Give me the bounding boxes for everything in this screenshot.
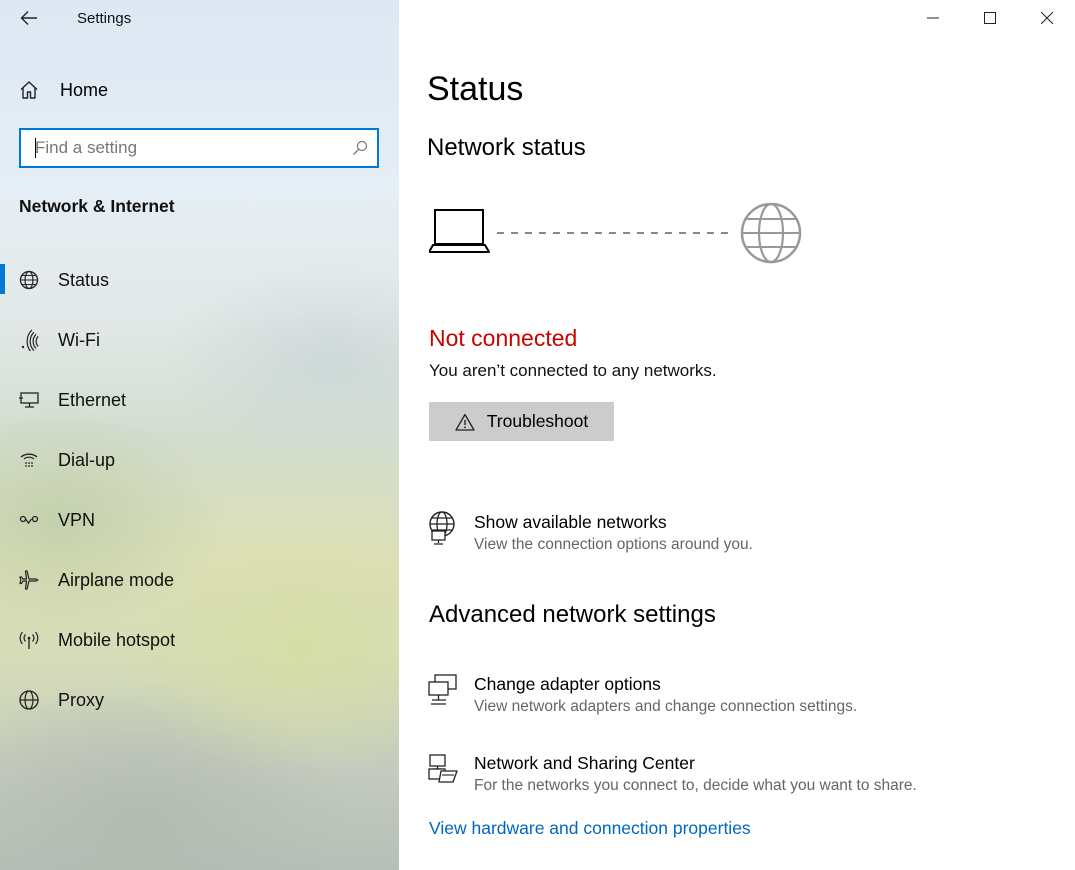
wifi-icon	[18, 329, 40, 351]
warning-icon	[455, 413, 475, 431]
app-title: Settings	[77, 10, 132, 27]
back-button[interactable]	[14, 4, 44, 32]
close-icon	[1040, 12, 1053, 24]
change-adapter-title: Change adapter options	[474, 674, 661, 694]
sidebar-item-status[interactable]: Status	[0, 250, 399, 310]
title-bar: Settings	[0, 0, 399, 36]
sharing-center-icon	[427, 752, 461, 786]
troubleshoot-button[interactable]: Troubleshoot	[429, 402, 614, 441]
minimize-icon	[926, 17, 939, 19]
advanced-settings-title: Advanced network settings	[429, 601, 716, 628]
maximize-icon	[983, 12, 996, 24]
sidebar-item-label: Wi-Fi	[58, 329, 100, 350]
sidebar-item-label: Dial-up	[58, 449, 116, 470]
page-title: Status	[427, 70, 524, 108]
sidebar-item-label: Status	[58, 269, 110, 290]
show-available-networks-link[interactable]: Show available networks View the connect…	[427, 511, 753, 556]
change-adapter-options-link[interactable]: Change adapter options View network adap…	[427, 673, 857, 718]
vpn-icon	[18, 509, 40, 531]
globe-network-icon	[427, 511, 461, 545]
show-networks-description: View the connection options around you.	[474, 536, 753, 553]
nav-list: Status Wi-Fi Ethernet Dial-up VPN Airpla…	[0, 250, 399, 730]
internet-globe-icon	[740, 202, 802, 264]
back-arrow-icon	[20, 11, 37, 25]
search-box[interactable]	[19, 128, 379, 168]
sidebar-item-proxy[interactable]: Proxy	[0, 670, 399, 730]
airplane-icon	[18, 569, 40, 591]
globe-status-icon	[18, 269, 40, 291]
sidebar-item-wifi[interactable]: Wi-Fi	[0, 310, 399, 370]
sidebar-item-airplane-mode[interactable]: Airplane mode	[0, 550, 399, 610]
sidebar-item-label: Ethernet	[58, 389, 127, 410]
sidebar-item-dialup[interactable]: Dial-up	[0, 430, 399, 490]
sidebar-item-vpn[interactable]: VPN	[0, 490, 399, 550]
search-input[interactable]	[21, 130, 343, 166]
sidebar-item-mobile-hotspot[interactable]: Mobile hotspot	[0, 610, 399, 670]
close-button[interactable]	[1018, 0, 1075, 36]
globe-icon	[18, 689, 40, 711]
network-sharing-center-link[interactable]: Network and Sharing Center For the netwo…	[427, 752, 917, 797]
network-status-diagram	[429, 202, 802, 264]
network-status-title: Network status	[427, 134, 586, 161]
change-adapter-description: View network adapters and change connect…	[474, 698, 858, 715]
search-icon[interactable]	[343, 140, 377, 156]
sidebar-item-ethernet[interactable]: Ethernet	[0, 370, 399, 430]
sharing-center-title: Network and Sharing Center	[474, 753, 695, 773]
home-icon	[20, 81, 38, 99]
sidebar-item-label: Mobile hotspot	[58, 629, 176, 650]
sidebar-item-label: Airplane mode	[58, 569, 175, 590]
view-hardware-properties-link[interactable]: View hardware and connection properties	[429, 818, 751, 839]
sidebar-item-label: VPN	[58, 509, 96, 530]
troubleshoot-label: Troubleshoot	[486, 411, 589, 431]
main-content: Status Network status Not connected You …	[399, 0, 1075, 870]
sidebar: Settings Home Network & Internet	[0, 0, 399, 870]
ethernet-icon	[18, 389, 40, 411]
home-nav-item[interactable]: Home	[18, 74, 378, 106]
sharing-center-description: For the networks you connect to, decide …	[474, 777, 917, 794]
dialup-icon	[18, 449, 40, 471]
section-title: Network & Internet	[19, 196, 175, 216]
window-controls	[904, 0, 1075, 36]
hotspot-icon	[18, 629, 40, 651]
adapter-icon	[427, 673, 461, 707]
connection-status-description: You aren’t connected to any networks.	[429, 361, 717, 380]
laptop-icon	[429, 209, 490, 253]
sidebar-item-label: Proxy	[58, 689, 105, 710]
text-caret	[35, 138, 36, 158]
connection-status-heading: Not connected	[429, 325, 578, 351]
show-networks-title: Show available networks	[474, 512, 667, 532]
maximize-button[interactable]	[961, 0, 1018, 36]
home-label: Home	[60, 79, 109, 100]
minimize-button[interactable]	[904, 0, 961, 36]
